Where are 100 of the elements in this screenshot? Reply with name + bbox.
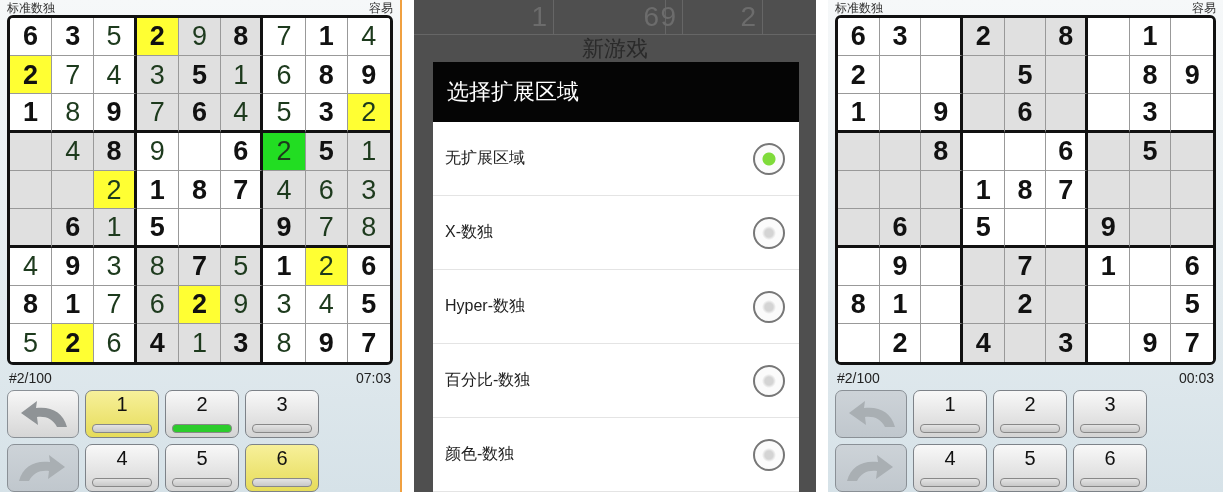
- number-key[interactable]: 1: [85, 390, 159, 438]
- board-cell[interactable]: [1004, 17, 1047, 57]
- board-cell[interactable]: [1171, 17, 1213, 57]
- board-cell[interactable]: 1: [879, 285, 922, 325]
- number-key[interactable]: 5: [165, 444, 239, 492]
- board-cell[interactable]: [1046, 209, 1088, 248]
- board-cell[interactable]: 3: [263, 285, 306, 325]
- board-cell[interactable]: 1: [52, 285, 95, 325]
- board-cell[interactable]: [1088, 132, 1130, 171]
- board-cell[interactable]: 1: [838, 94, 880, 133]
- board-cell[interactable]: [921, 247, 963, 286]
- board-cell[interactable]: 9: [178, 17, 222, 57]
- option-row[interactable]: 颜色-数独: [433, 418, 799, 492]
- board-cell[interactable]: 9: [879, 247, 922, 286]
- board-cell[interactable]: 1: [347, 132, 390, 171]
- board-cell[interactable]: 1: [1129, 17, 1172, 57]
- board-cell[interactable]: 7: [1004, 247, 1047, 286]
- option-row[interactable]: 百分比-数独: [433, 344, 799, 418]
- board-cell[interactable]: 8: [1004, 170, 1047, 210]
- board-cell[interactable]: 7: [221, 170, 264, 210]
- board-cell[interactable]: [879, 170, 922, 210]
- board-cell[interactable]: [10, 132, 53, 171]
- board-cell[interactable]: [838, 324, 880, 363]
- board-cell[interactable]: 2: [305, 247, 348, 286]
- board-cell[interactable]: 9: [1088, 209, 1130, 248]
- board-cell[interactable]: 3: [1129, 94, 1172, 133]
- board-cell[interactable]: [963, 132, 1005, 171]
- undo-button[interactable]: [7, 390, 79, 438]
- board-cell[interactable]: 4: [263, 170, 306, 210]
- board-cell[interactable]: 1: [305, 17, 348, 57]
- radio-button[interactable]: [753, 142, 785, 175]
- board-cell[interactable]: [178, 132, 222, 171]
- board-cell[interactable]: 5: [178, 56, 222, 95]
- radio-button[interactable]: [753, 216, 785, 249]
- board-cell[interactable]: 2: [963, 17, 1005, 57]
- board-cell[interactable]: 5: [263, 94, 306, 133]
- board-cell[interactable]: 3: [879, 17, 922, 57]
- board-cell[interactable]: 8: [347, 209, 390, 248]
- board-cell[interactable]: 9: [921, 94, 963, 133]
- board-cell[interactable]: [1046, 285, 1088, 325]
- board-cell[interactable]: 6: [52, 209, 95, 248]
- board-cell[interactable]: 4: [221, 94, 264, 133]
- board-cell[interactable]: 9: [221, 285, 264, 325]
- board-cell[interactable]: 8: [1129, 56, 1172, 95]
- board-cell[interactable]: [1088, 56, 1130, 95]
- board-cell[interactable]: 6: [1046, 132, 1088, 171]
- board-cell[interactable]: [963, 285, 1005, 325]
- board-cell[interactable]: [1171, 209, 1213, 248]
- board-cell[interactable]: 2: [52, 324, 95, 363]
- board-cell[interactable]: [1129, 247, 1172, 286]
- board-cell[interactable]: 6: [221, 132, 264, 171]
- board-cell[interactable]: [921, 209, 963, 248]
- board-cell[interactable]: [178, 209, 222, 248]
- board-cell[interactable]: [52, 170, 95, 210]
- board-cell[interactable]: [1088, 285, 1130, 325]
- board-cell[interactable]: [838, 170, 880, 210]
- board-cell[interactable]: 2: [10, 56, 53, 95]
- number-key[interactable]: 1: [913, 390, 987, 438]
- board-cell[interactable]: [921, 285, 963, 325]
- board-cell[interactable]: 8: [305, 56, 348, 95]
- board-cell[interactable]: 7: [94, 285, 137, 325]
- number-key[interactable]: 6: [1073, 444, 1147, 492]
- board-cell[interactable]: 7: [178, 247, 222, 286]
- number-key[interactable]: 4: [85, 444, 159, 492]
- board-cell[interactable]: [921, 17, 963, 57]
- board-cell[interactable]: [1129, 170, 1172, 210]
- board-cell[interactable]: [1088, 94, 1130, 133]
- board-cell[interactable]: [1171, 170, 1213, 210]
- board-cell[interactable]: 1: [221, 56, 264, 95]
- board-cell[interactable]: 5: [305, 132, 348, 171]
- board-cell[interactable]: 2: [263, 132, 306, 171]
- board-cell[interactable]: 5: [94, 17, 137, 57]
- board-cell[interactable]: [963, 94, 1005, 133]
- board-cell[interactable]: [1129, 285, 1172, 325]
- board-cell[interactable]: 7: [136, 94, 179, 133]
- board-cell[interactable]: 9: [94, 94, 137, 133]
- board-cell[interactable]: [1129, 209, 1172, 248]
- board-cell[interactable]: 9: [136, 132, 179, 171]
- board-cell[interactable]: 6: [305, 170, 348, 210]
- board-cell[interactable]: [963, 56, 1005, 95]
- board-cell[interactable]: 4: [10, 247, 53, 286]
- board-cell[interactable]: 7: [263, 17, 306, 57]
- board-cell[interactable]: 5: [136, 209, 179, 248]
- board-cell[interactable]: 5: [221, 247, 264, 286]
- board-cell[interactable]: 3: [347, 170, 390, 210]
- board-cell[interactable]: 1: [136, 170, 179, 210]
- board-cell[interactable]: 1: [94, 209, 137, 248]
- board-cell[interactable]: 7: [305, 209, 348, 248]
- board-cell[interactable]: 6: [1004, 94, 1047, 133]
- board-cell[interactable]: 2: [838, 56, 880, 95]
- board-cell[interactable]: 6: [838, 17, 880, 57]
- board-cell[interactable]: [879, 132, 922, 171]
- option-row[interactable]: X-数独: [433, 196, 799, 270]
- number-key[interactable]: 3: [1073, 390, 1147, 438]
- board-cell[interactable]: [879, 94, 922, 133]
- board-cell[interactable]: 6: [178, 94, 222, 133]
- board-cell[interactable]: 1: [263, 247, 306, 286]
- board-cell[interactable]: [1004, 132, 1047, 171]
- board-cell[interactable]: 4: [52, 132, 95, 171]
- board-cell[interactable]: [921, 170, 963, 210]
